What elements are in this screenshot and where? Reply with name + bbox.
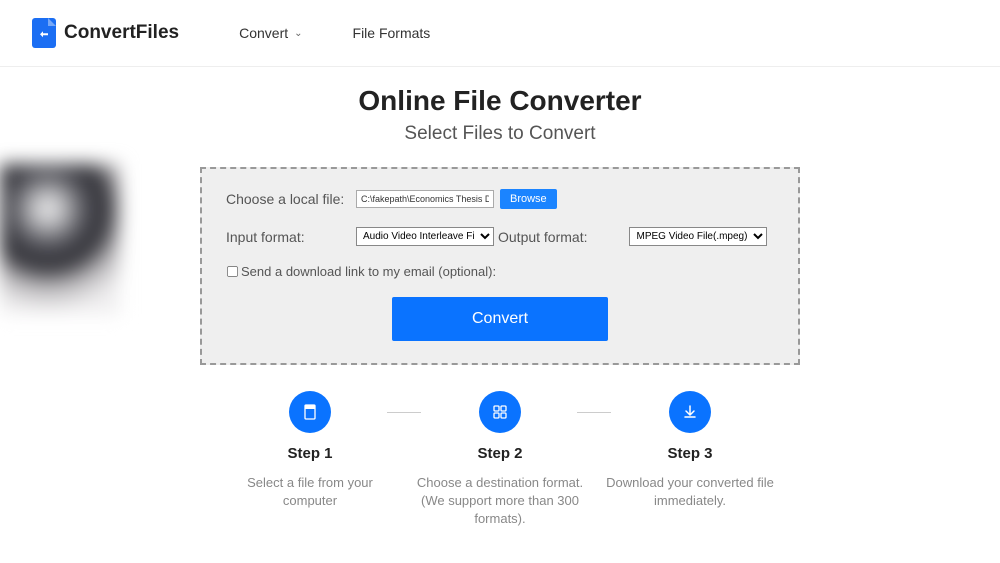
row-formats: Input format: Audio Video Interleave Fil… xyxy=(226,227,774,246)
choose-file-label: Choose a local file: xyxy=(226,191,356,207)
chevron-down-icon: ⌄ xyxy=(294,28,302,39)
nav-formats-label: File Formats xyxy=(353,25,431,41)
page-title: Online File Converter xyxy=(0,85,1000,117)
step-2-title: Step 2 xyxy=(405,445,595,462)
converter-panel: Choose a local file: Browse Input format… xyxy=(200,167,800,365)
side-image xyxy=(0,164,120,314)
brand-name: ConvertFiles xyxy=(64,22,179,44)
file-path-input[interactable] xyxy=(356,190,494,208)
convert-button[interactable]: Convert xyxy=(392,297,608,341)
step-1-desc: Select a file from your computer xyxy=(215,474,405,510)
input-format-select[interactable]: Audio Video Interleave File ( xyxy=(356,227,494,246)
titles: Online File Converter Select Files to Co… xyxy=(0,85,1000,145)
step-2: Step 2 Choose a destination format. (We … xyxy=(405,391,595,529)
grid-icon xyxy=(479,391,521,433)
logo-icon xyxy=(32,18,56,48)
steps: Step 1 Select a file from your computer … xyxy=(0,391,1000,529)
row-email: Send a download link to my email (option… xyxy=(226,264,774,279)
nav-convert[interactable]: Convert ⌄ xyxy=(239,25,302,41)
browse-button[interactable]: Browse xyxy=(500,189,557,209)
output-format-label: Output format: xyxy=(498,229,587,245)
output-format-select[interactable]: MPEG Video File(.mpeg) xyxy=(629,227,767,246)
step-1-title: Step 1 xyxy=(215,445,405,462)
header: ConvertFiles Convert ⌄ File Formats xyxy=(0,0,1000,67)
row-choose-file: Choose a local file: Browse xyxy=(226,189,774,209)
step-1: Step 1 Select a file from your computer xyxy=(215,391,405,529)
nav: Convert ⌄ File Formats xyxy=(239,25,430,41)
download-icon xyxy=(669,391,711,433)
nav-convert-label: Convert xyxy=(239,25,288,41)
input-format-label: Input format: xyxy=(226,229,356,245)
step-2-desc: Choose a destination format. (We support… xyxy=(405,474,595,529)
email-label: Send a download link to my email (option… xyxy=(241,264,496,279)
page-subtitle: Select Files to Convert xyxy=(0,123,1000,145)
step-3: Step 3 Download your converted file imme… xyxy=(595,391,785,529)
step-3-title: Step 3 xyxy=(595,445,785,462)
logo[interactable]: ConvertFiles xyxy=(32,18,179,48)
nav-file-formats[interactable]: File Formats xyxy=(353,25,431,41)
email-checkbox[interactable] xyxy=(227,266,238,277)
step-3-desc: Download your converted file immediately… xyxy=(595,474,785,510)
file-icon xyxy=(289,391,331,433)
